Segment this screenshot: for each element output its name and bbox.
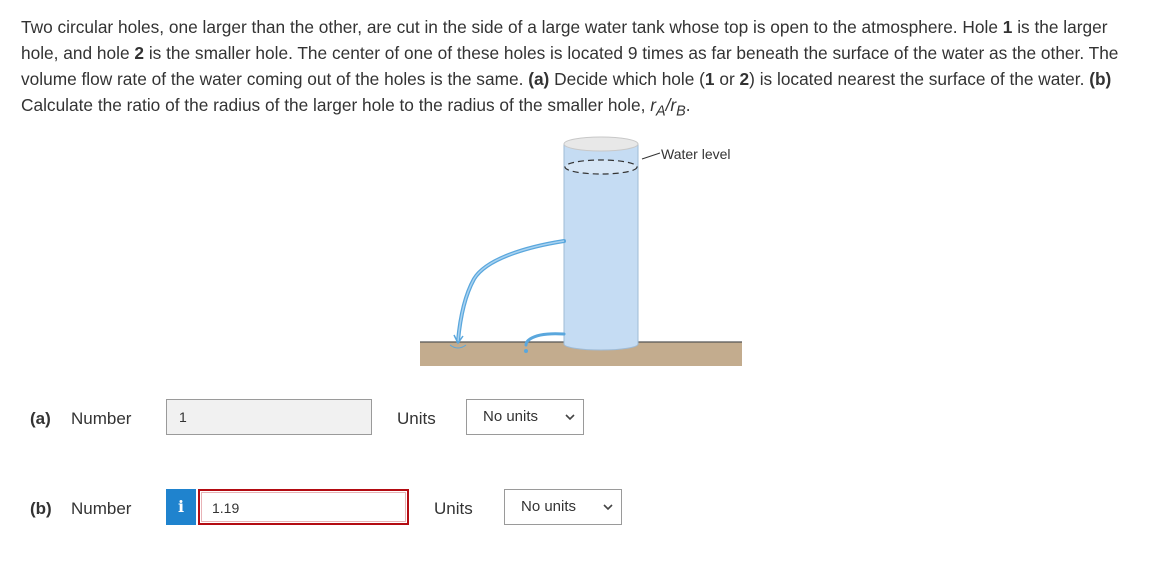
question-text: Two circular holes, one larger than the … bbox=[21, 17, 1119, 120]
tank-top bbox=[563, 136, 639, 152]
ratio-expression: rA/rB bbox=[650, 95, 686, 120]
water-surface bbox=[564, 159, 638, 175]
units-select-b[interactable]: No units bbox=[504, 489, 622, 525]
chevron-down-icon bbox=[565, 414, 575, 421]
units-select-a[interactable]: No units bbox=[466, 399, 584, 435]
water-level-leader bbox=[641, 152, 661, 160]
question-card: Two circular holes, one larger than the … bbox=[4, 4, 1146, 564]
hole-1-number: 1 bbox=[1002, 17, 1013, 37]
answer-input-b[interactable]: 1.19 bbox=[198, 489, 409, 525]
part-b-marker: (b) bbox=[1089, 69, 1112, 89]
hole-2-number: 2 bbox=[134, 43, 145, 63]
info-icon[interactable]: i bbox=[166, 489, 196, 525]
answer-row-a: (a) Number 1 Units No units bbox=[4, 399, 1150, 439]
units-label: Units bbox=[397, 409, 436, 428]
answer-part-label: (a) bbox=[30, 409, 51, 428]
water-level-label: Water level bbox=[661, 146, 731, 162]
answer-part-label: (b) bbox=[30, 499, 52, 518]
answer-input-a[interactable]: 1 bbox=[166, 399, 372, 435]
part-a-marker: (a) bbox=[528, 69, 550, 89]
units-selected-value: No units bbox=[483, 408, 539, 425]
tank-figure: Water level bbox=[420, 136, 742, 366]
units-selected-value: No units bbox=[521, 498, 577, 515]
number-label: Number bbox=[71, 409, 132, 428]
chevron-down-icon bbox=[603, 504, 613, 511]
answer-row-b: (b) Number i 1.19 Units No units bbox=[4, 489, 1150, 529]
upper-hole-stream bbox=[456, 239, 566, 343]
units-label: Units bbox=[434, 499, 473, 518]
number-label: Number bbox=[71, 499, 132, 518]
